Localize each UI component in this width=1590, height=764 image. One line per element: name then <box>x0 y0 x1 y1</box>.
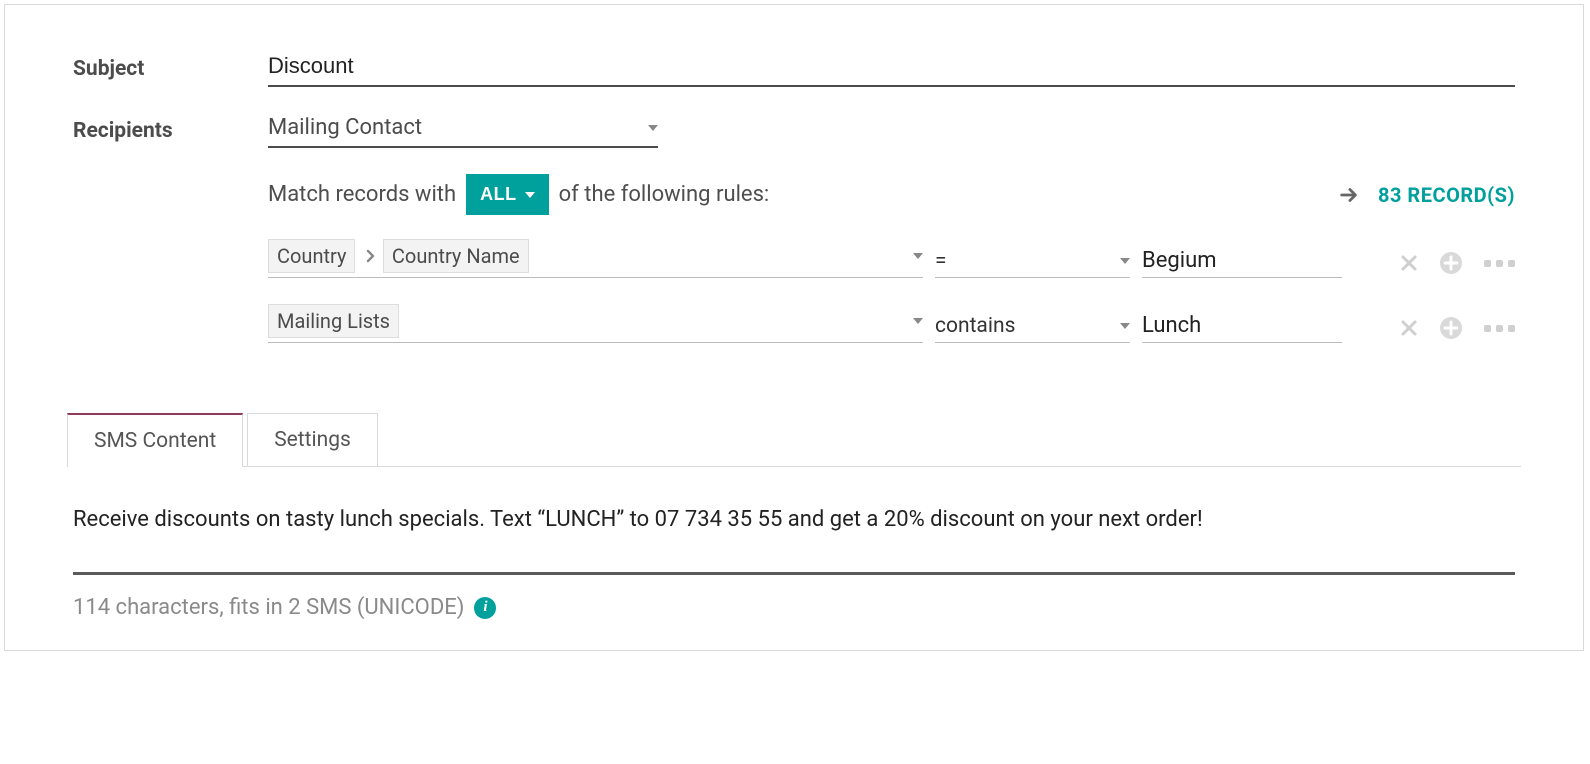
rule-operator-select[interactable]: contains <box>935 314 1130 343</box>
field-tag: Country Name <box>383 239 529 273</box>
rule-operator-select[interactable]: = <box>935 249 1130 278</box>
tab-content: Receive discounts on tasty lunch special… <box>5 467 1583 650</box>
recipients-select[interactable]: Mailing Contact <box>268 115 658 148</box>
arrow-right-icon <box>1338 184 1360 206</box>
match-mode-button[interactable]: ALL <box>466 174 549 215</box>
rule-actions <box>1400 252 1515 278</box>
rule-row: Country Country Name = Begium <box>268 239 1515 278</box>
records-count-link[interactable]: 83 RECORD(S) <box>1378 183 1515 207</box>
rule-field-chain[interactable]: Mailing Lists <box>268 304 923 343</box>
chevron-down-icon <box>525 192 535 198</box>
tab-sms-content[interactable]: SMS Content <box>67 413 243 467</box>
rule-field-tags: Mailing Lists <box>268 304 403 338</box>
field-tag: Mailing Lists <box>268 304 399 338</box>
subject-value-col <box>268 53 1515 87</box>
tabs: SMS Content Settings <box>67 413 1521 467</box>
recipients-select-value: Mailing Contact <box>268 115 422 140</box>
tab-settings[interactable]: Settings <box>247 413 378 466</box>
rule-row: Mailing Lists contains Lunch <box>268 304 1515 343</box>
records-right: 83 RECORD(S) <box>1338 183 1515 207</box>
subject-row: Subject <box>73 53 1515 87</box>
more-rule-icon[interactable] <box>1484 260 1515 267</box>
chevron-down-icon <box>1120 323 1130 329</box>
recipients-label: Recipients <box>73 115 268 369</box>
chevron-down-icon <box>1120 258 1130 264</box>
rule-operator-value: = <box>935 249 947 273</box>
form-panel: Subject Recipients Mailing Contact Match… <box>4 4 1584 651</box>
match-mode-label: ALL <box>480 184 517 205</box>
rule-value-input[interactable]: Begium <box>1142 248 1342 278</box>
chevron-down-icon <box>648 125 658 131</box>
rule-field-tags: Country Country Name <box>268 239 533 273</box>
form-inner: Subject Recipients Mailing Contact Match… <box>5 5 1583 467</box>
char-count-text: 114 characters, fits in 2 SMS (UNICODE) <box>73 595 464 620</box>
chevron-right-icon <box>366 247 380 268</box>
rule-value-input[interactable]: Lunch <box>1142 313 1342 343</box>
tab-label: SMS Content <box>94 429 216 453</box>
subject-input[interactable] <box>268 53 1515 87</box>
rule-field-chain[interactable]: Country Country Name <box>268 239 923 278</box>
sms-body-textarea[interactable]: Receive discounts on tasty lunch special… <box>73 507 1515 575</box>
chevron-down-icon <box>913 253 923 259</box>
match-suffix: of the following rules: <box>559 182 770 207</box>
char-count-row: 114 characters, fits in 2 SMS (UNICODE) … <box>73 595 1515 620</box>
rule-actions <box>1400 317 1515 343</box>
chevron-down-icon <box>913 318 923 324</box>
recipients-row: Recipients Mailing Contact Match records… <box>73 115 1515 369</box>
match-row: Match records with ALL of the following … <box>268 174 1515 215</box>
match-prefix: Match records with <box>268 182 456 207</box>
recipients-value-col: Mailing Contact Match records with ALL o… <box>268 115 1515 369</box>
rule-operator-value: contains <box>935 314 1015 338</box>
info-icon[interactable]: i <box>474 597 496 619</box>
add-rule-icon[interactable] <box>1440 317 1462 339</box>
tab-label: Settings <box>274 428 351 452</box>
delete-rule-icon[interactable] <box>1400 254 1418 272</box>
match-left: Match records with ALL of the following … <box>268 174 769 215</box>
delete-rule-icon[interactable] <box>1400 319 1418 337</box>
add-rule-icon[interactable] <box>1440 252 1462 274</box>
field-tag: Country <box>268 239 355 273</box>
more-rule-icon[interactable] <box>1484 325 1515 332</box>
subject-label: Subject <box>73 53 268 87</box>
